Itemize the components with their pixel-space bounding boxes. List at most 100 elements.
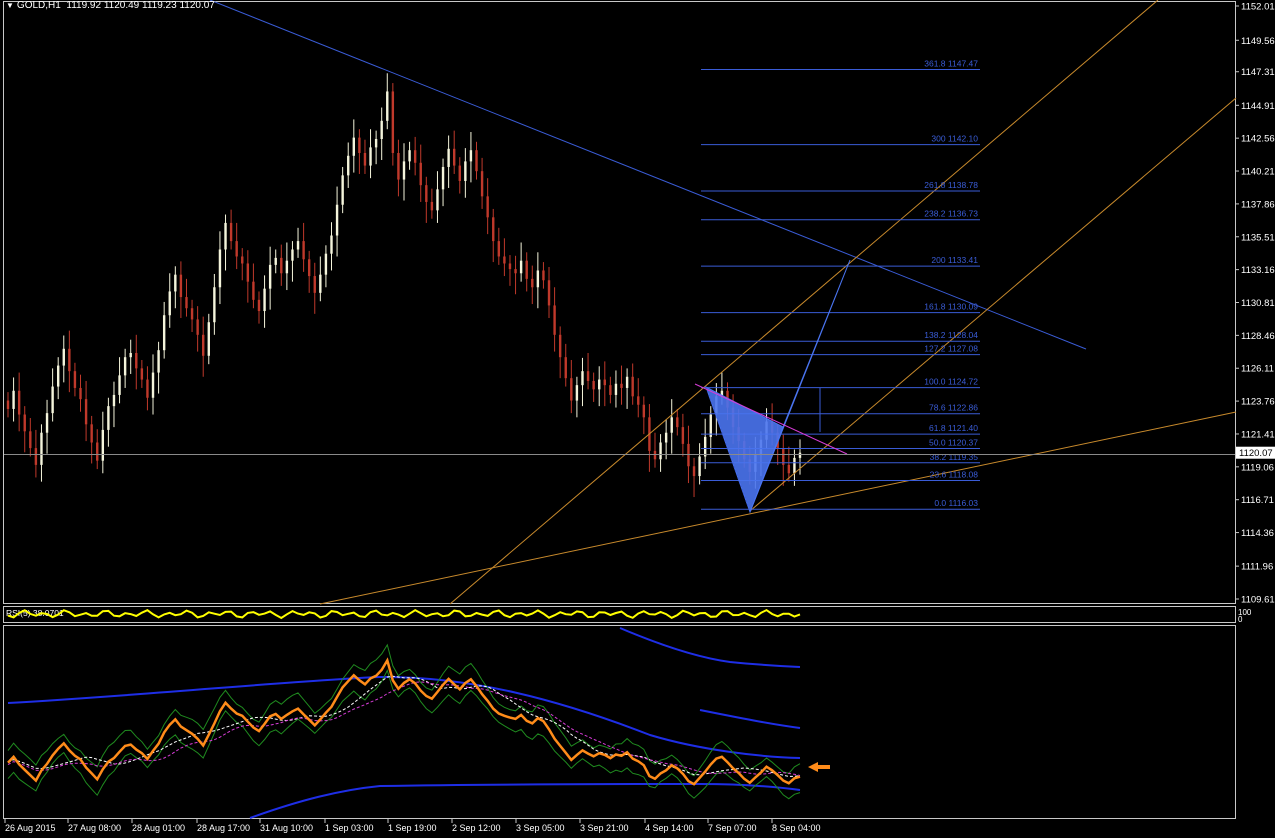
ohlc-values: 1119.92 1120.49 1119.23 1120.07 <box>66 0 215 11</box>
time-label: 27 Aug 08:00 <box>68 823 121 833</box>
candle-body <box>302 241 305 260</box>
price-label: 1116.71 <box>1241 495 1274 506</box>
price-label: 1119.06 <box>1241 462 1274 473</box>
candle-body <box>503 256 506 264</box>
candle-body <box>112 394 116 407</box>
candle-body <box>664 432 668 443</box>
symbol-label: GOLD,H1 <box>16 0 61 11</box>
candle-body <box>586 371 590 381</box>
candle-body <box>123 357 127 376</box>
candle-body <box>397 152 400 180</box>
price-label: 1133.16 <box>1241 265 1275 276</box>
candle-body <box>508 263 512 270</box>
candle-body <box>246 263 250 282</box>
candle-body <box>307 259 311 277</box>
rsi-axis-bottom: 0 <box>1238 615 1243 624</box>
fib-level-label: 200 1133.41 <box>931 255 978 265</box>
candle-body <box>162 315 166 351</box>
time-label: 1 Sep 19:00 <box>388 823 437 833</box>
candle-body <box>291 249 294 261</box>
candle-body <box>575 385 579 401</box>
candle-body <box>681 427 685 444</box>
candle-body <box>17 390 21 415</box>
time-label: 28 Aug 17:00 <box>197 823 250 833</box>
time-label: 26 Aug 2015 <box>5 823 56 833</box>
candle-body <box>280 257 283 274</box>
candle-body <box>787 464 791 474</box>
candle-body <box>692 466 696 477</box>
candle-body <box>207 322 210 356</box>
candle-body <box>96 442 99 461</box>
fib-level-label: 261.8 1138.78 <box>924 180 978 190</box>
price-label: 1140.21 <box>1241 167 1275 178</box>
candle-body <box>179 274 183 298</box>
candle-body <box>536 270 540 288</box>
candle-body <box>637 396 640 405</box>
price-label: 1135.51 <box>1241 232 1275 243</box>
candle-body <box>798 452 802 458</box>
candle-body <box>363 152 367 166</box>
candle-body <box>68 348 71 372</box>
candle-body <box>135 352 138 369</box>
candle-body <box>436 189 439 211</box>
candle-body <box>458 165 461 181</box>
candle-body <box>670 417 673 433</box>
candle-body <box>296 241 300 250</box>
candle-body <box>553 305 556 335</box>
candle-body <box>542 270 545 281</box>
candle-body <box>174 274 177 292</box>
candle-body <box>386 91 389 121</box>
candle-body <box>324 253 328 275</box>
candle-body <box>84 399 88 425</box>
current-price-label: 1120.07 <box>1239 448 1273 459</box>
fib-level-label: 238.2 1136.73 <box>924 209 978 219</box>
candle-body <box>614 383 618 395</box>
candle-body <box>252 281 255 300</box>
fib-level-label: 300 1142.10 <box>931 134 978 144</box>
candle-body <box>196 319 199 335</box>
fib-level-label: 61.8 1121.40 <box>929 423 978 433</box>
candle-body <box>531 278 534 288</box>
candle-body <box>564 357 567 379</box>
candle-body <box>330 235 333 254</box>
fib-level-label: 127.2 1127.08 <box>924 344 978 354</box>
candle-body <box>73 371 77 388</box>
candle-body <box>514 269 517 274</box>
candle-body <box>391 91 395 153</box>
price-label: 1114.36 <box>1241 528 1274 539</box>
time-label: 7 Sep 07:00 <box>708 823 757 833</box>
price-label: 1152.01 <box>1241 2 1275 13</box>
candle-body <box>118 375 121 395</box>
candle-body <box>45 413 49 433</box>
candle-body <box>642 404 646 418</box>
candle-body <box>268 264 272 289</box>
price-label: 1144.91 <box>1241 101 1275 112</box>
candle-body <box>486 196 489 218</box>
candle-body <box>703 436 707 457</box>
chart-background <box>0 0 1275 833</box>
triangle-down-icon[interactable]: ▼ <box>6 1 14 10</box>
candle-body <box>380 120 383 140</box>
candle-body <box>285 260 289 274</box>
candle-body <box>592 380 595 390</box>
candle-body <box>659 442 662 460</box>
candle-body <box>492 217 495 242</box>
price-label: 1149.56 <box>1241 36 1275 47</box>
candle-body <box>347 155 350 176</box>
candle-body <box>257 299 261 312</box>
price-label: 1126.11 <box>1241 364 1274 375</box>
candle-body <box>358 137 361 153</box>
candle-body <box>157 350 160 373</box>
candle-body <box>263 288 266 312</box>
candle-body <box>23 414 26 432</box>
candle-body <box>79 387 82 400</box>
candle-body <box>469 150 473 162</box>
time-label: 31 Aug 10:00 <box>260 823 313 833</box>
candle-body <box>40 432 43 465</box>
candle-body <box>224 222 227 250</box>
price-label: 1111.96 <box>1241 562 1273 573</box>
candle-body <box>62 348 65 366</box>
chart-area[interactable]: 361.8 1147.47 300 1142.10 261.8 1138.78 238… <box>0 0 1275 833</box>
candle-body <box>475 150 478 172</box>
candle-body <box>218 249 222 288</box>
